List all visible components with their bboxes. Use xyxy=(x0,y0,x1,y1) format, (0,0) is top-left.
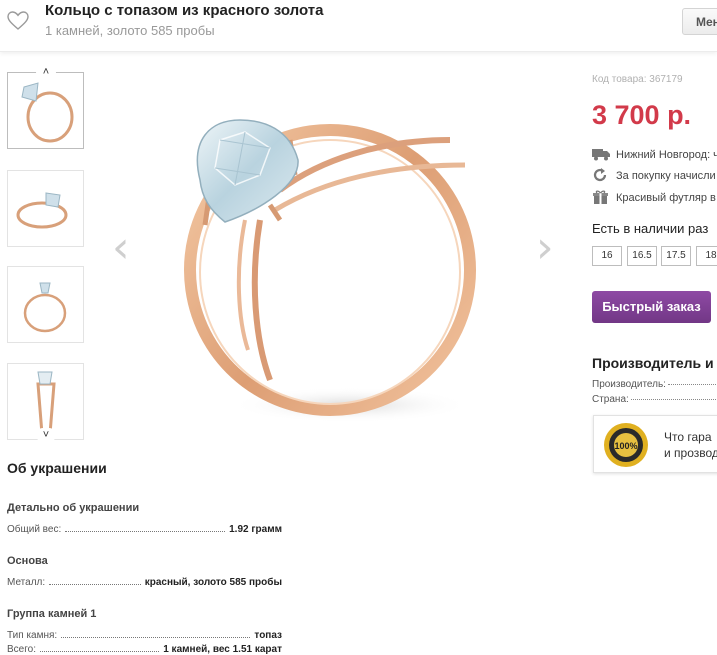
size-option[interactable]: 16.5 xyxy=(627,246,657,266)
delivery-info: Нижний Новгород: ч xyxy=(592,147,717,161)
product-main-image[interactable] xyxy=(150,80,530,440)
producer-row: Производитель: xyxy=(592,379,717,390)
size-option[interactable]: 16 xyxy=(592,246,622,266)
spec-value: 1 камней, вес 1.51 карат xyxy=(163,644,282,655)
sizes-title: Есть в наличии раз xyxy=(592,221,709,236)
chevron-left-icon: ‹ xyxy=(112,222,130,273)
ring-illustration xyxy=(184,119,476,423)
size-option[interactable]: 18 xyxy=(696,246,717,266)
thumbs-down-button[interactable]: ˅ xyxy=(36,428,56,442)
product-price: 3 700 р. xyxy=(592,100,692,130)
spec-heading-base: Основа xyxy=(7,555,48,567)
about-title: Об украшении xyxy=(7,460,107,476)
size-option[interactable]: 17.5 xyxy=(661,246,691,266)
chevron-up-icon: ˄ xyxy=(42,66,50,78)
thumbnail-2[interactable] xyxy=(7,170,84,247)
country-row: Страна: xyxy=(592,394,717,405)
quick-order-button[interactable]: Быстрый заказ xyxy=(592,291,711,323)
next-image-button[interactable]: › xyxy=(536,226,554,270)
spec-label: Общий вес: xyxy=(7,524,62,535)
maker-title: Производитель и xyxy=(592,355,714,371)
truck-icon xyxy=(592,147,610,161)
spec-value: 1.92 грамм xyxy=(229,524,282,535)
spec-label: Тип камня: xyxy=(7,630,58,641)
chevron-right-icon: › xyxy=(536,222,554,273)
guarantee-line-1: Что гара xyxy=(664,430,712,444)
thumbs-up-button[interactable]: ˄ xyxy=(36,65,56,79)
heart-icon[interactable] xyxy=(7,11,29,31)
thumbnail-1[interactable] xyxy=(7,72,84,149)
chevron-down-icon: ˅ xyxy=(42,429,50,441)
page-title: Кольцо с топазом из красного золота xyxy=(45,2,324,19)
gift-icon xyxy=(592,190,610,204)
spec-heading-details: Детально об украшении xyxy=(7,502,140,514)
gift-text: Красивый футляр в xyxy=(616,192,716,204)
spec-label: Всего: xyxy=(7,644,36,655)
guarantee-line-2: и прозвод xyxy=(664,446,717,460)
spec-row-weight: Общий вес: 1.92 грамм xyxy=(7,521,282,535)
thumbnail-3[interactable] xyxy=(7,266,84,343)
spec-heading-stones: Группа камней 1 xyxy=(7,608,97,620)
delivery-text: Нижний Новгород: ч xyxy=(616,149,717,161)
spec-row-metal: Металл: красный, золото 585 пробы xyxy=(7,574,282,588)
guarantee-badge-text: 100% xyxy=(614,441,637,451)
spec-row-stone-total: Всего: 1 камней, вес 1.51 карат xyxy=(7,641,282,655)
spec-label: Металл: xyxy=(7,577,46,588)
refresh-icon xyxy=(592,168,610,182)
bonus-text: За покупку начисли xyxy=(616,170,716,182)
bonus-info: За покупку начисли xyxy=(592,168,717,182)
product-sku: Код товара: 367179 xyxy=(592,74,683,85)
guarantee-text: Что гара и прозвод xyxy=(664,429,717,461)
country-label: Страна: xyxy=(592,394,629,405)
prev-image-button[interactable]: ‹ xyxy=(112,226,130,270)
gift-info: Красивый футляр в xyxy=(592,190,717,204)
guarantee-box: 100% Что гара и прозвод xyxy=(593,415,717,473)
guarantee-badge-icon: 100% xyxy=(602,422,650,468)
spec-row-stone-type: Тип камня: топаз xyxy=(7,627,282,641)
spec-value: топаз xyxy=(254,630,282,641)
menu-button[interactable]: Меню xyxy=(682,8,717,35)
spec-value: красный, золото 585 пробы xyxy=(144,577,282,588)
product-header: Кольцо с топазом из красного золота 1 ка… xyxy=(0,0,717,52)
page-subtitle: 1 камней, золото 585 пробы xyxy=(45,23,215,38)
producer-label: Производитель: xyxy=(592,379,666,390)
